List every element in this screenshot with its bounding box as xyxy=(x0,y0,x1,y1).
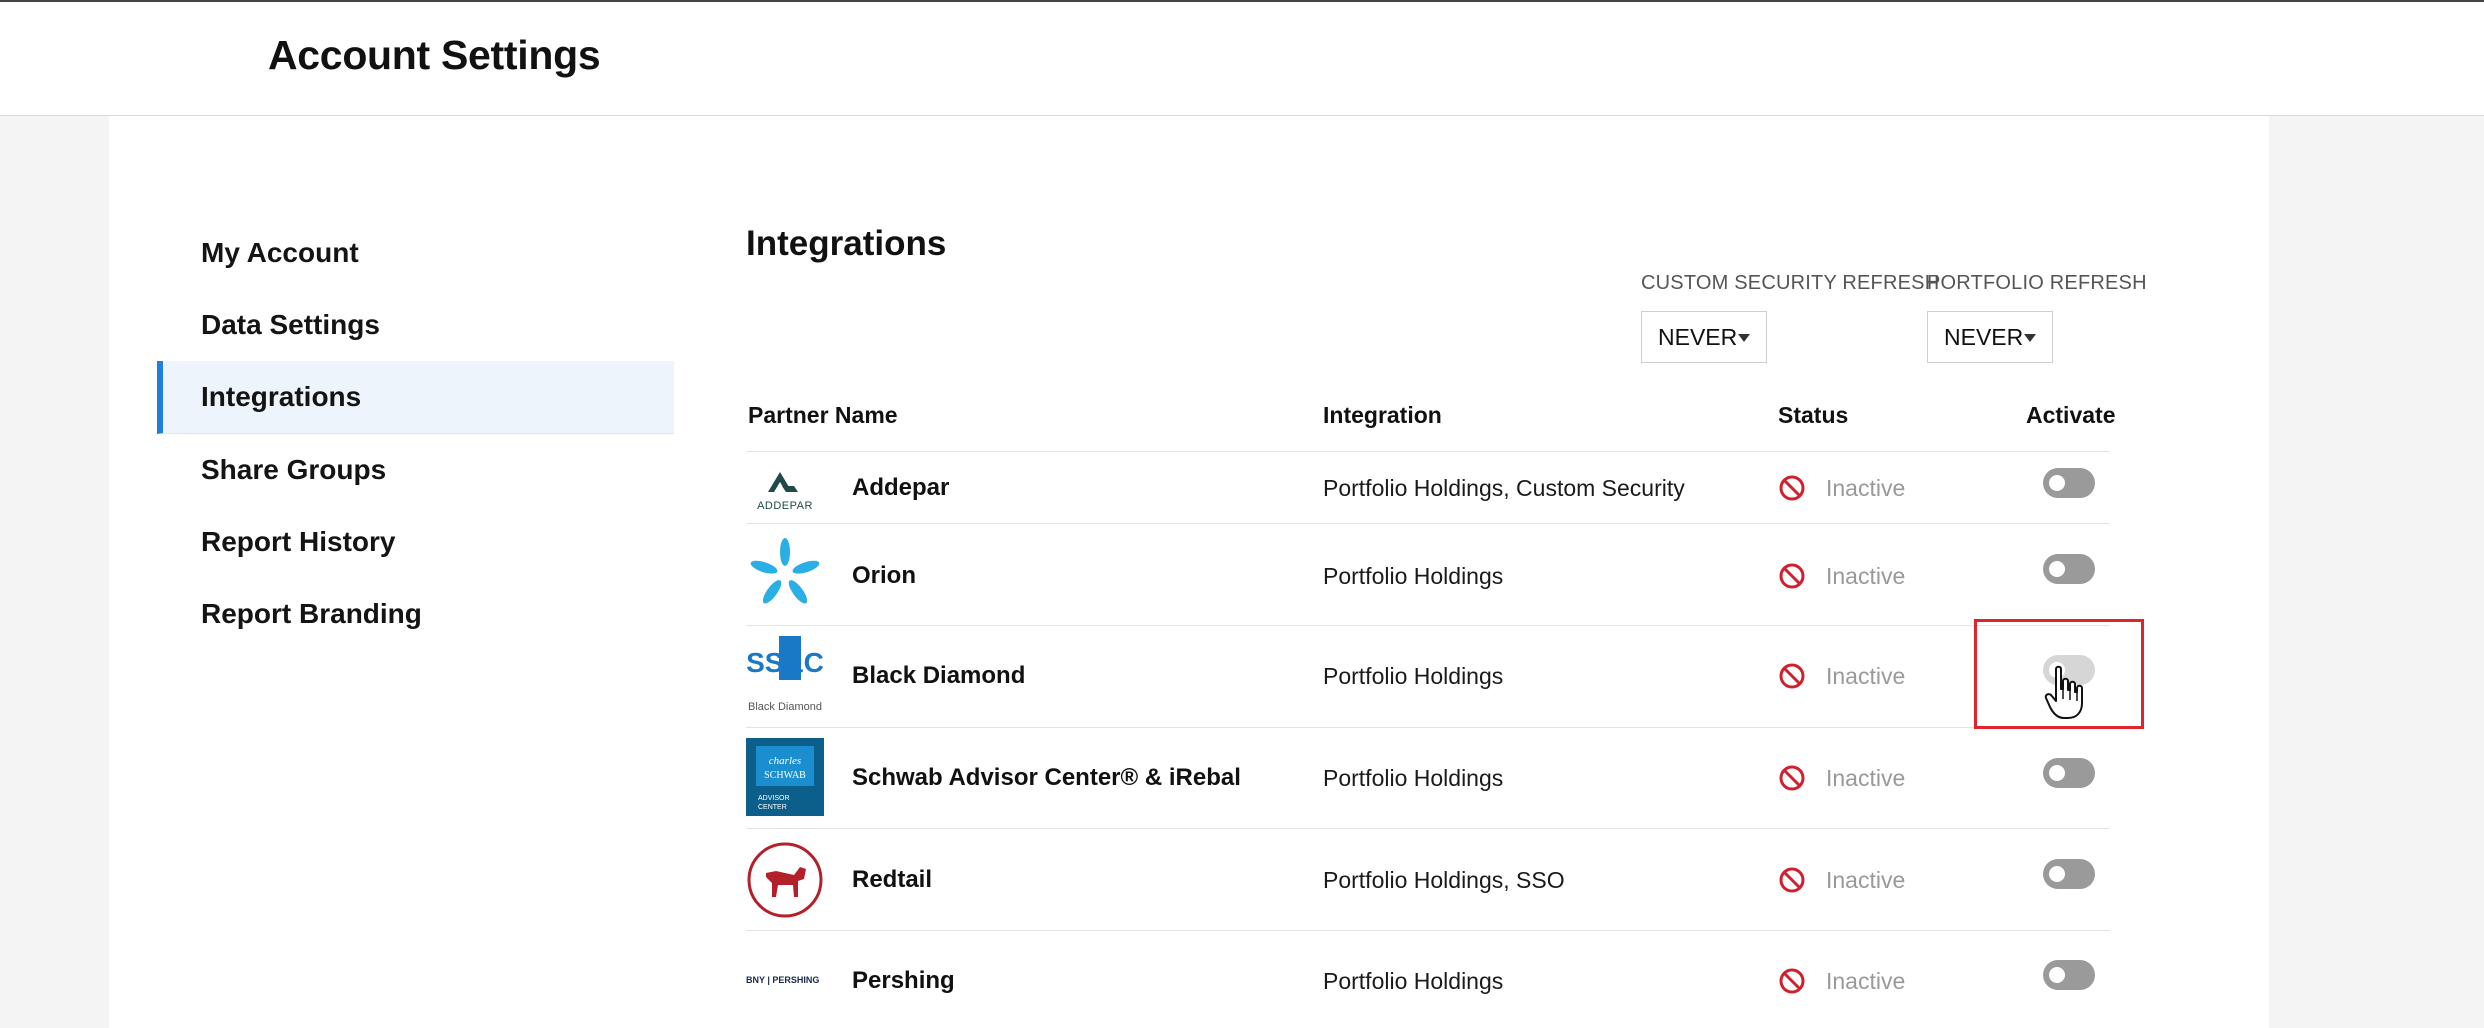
sidebar-item-label: Report Branding xyxy=(201,598,422,629)
status-label: Inactive xyxy=(1826,475,1906,501)
prohibited-icon xyxy=(1779,867,1805,893)
table-row: BNY | PERSHING Pershing Portfolio Holdin… xyxy=(746,931,2110,1028)
prohibited-icon xyxy=(1779,968,1805,994)
caret-down-icon xyxy=(1738,334,1750,342)
status-label: Inactive xyxy=(1826,968,1906,994)
black-diamond-logo: SS&C Black Diamond xyxy=(746,636,824,716)
activate-toggle[interactable] xyxy=(2043,468,2095,498)
addepar-logo: ADDEPAR xyxy=(746,464,824,514)
portfolio-refresh-value: NEVER xyxy=(1944,324,2024,350)
partner-name: Redtail xyxy=(852,866,933,893)
svg-text:ADDEPAR: ADDEPAR xyxy=(757,500,813,512)
svg-text:SS&C: SS&C xyxy=(746,647,824,678)
prohibited-icon xyxy=(1779,663,1805,689)
section-title: Integrations xyxy=(746,224,947,263)
activate-toggle[interactable] xyxy=(2043,960,2095,990)
sidebar-item-label: Integrations xyxy=(201,381,362,412)
sidebar-item-report-branding[interactable]: Report Branding xyxy=(157,578,674,650)
portfolio-refresh-select[interactable]: NEVER xyxy=(1927,311,2053,363)
sidebar-item-my-account[interactable]: My Account xyxy=(157,217,674,289)
integration-type: Portfolio Holdings, Custom Security xyxy=(1323,475,1685,501)
table-row: SS&C Black Diamond Black Diamond Portfol… xyxy=(746,626,2110,727)
partner-name: Addepar xyxy=(852,474,950,501)
prohibited-icon xyxy=(1779,475,1805,501)
sidebar-item-data-settings[interactable]: Data Settings xyxy=(157,289,674,361)
schwab-logo: charles SCHWAB ADVISOR CENTER xyxy=(746,738,824,816)
partner-name: Black Diamond xyxy=(852,662,1026,689)
partner-name: Pershing xyxy=(852,967,955,994)
column-header-partner-name: Partner Name xyxy=(748,402,898,428)
column-header-status: Status xyxy=(1778,402,1849,428)
table-row: ADDEPAR Addepar Portfolio Holdings, Cust… xyxy=(746,452,2110,523)
caret-down-icon xyxy=(2024,334,2036,342)
svg-text:ADVISOR: ADVISOR xyxy=(758,795,790,802)
sidebar-item-integrations[interactable]: Integrations xyxy=(157,361,674,434)
svg-text:BNY | PERSHING: BNY | PERSHING xyxy=(746,975,819,985)
integration-type: Portfolio Holdings xyxy=(1323,663,1504,689)
svg-text:CENTER: CENTER xyxy=(758,804,787,811)
toggle-knob xyxy=(2049,561,2065,577)
integration-type: Portfolio Holdings, SSO xyxy=(1323,867,1565,893)
pershing-logo: BNY | PERSHING xyxy=(746,969,824,989)
sidebar-item-share-groups[interactable]: Share Groups xyxy=(157,434,674,506)
prohibited-icon xyxy=(1779,765,1805,791)
integration-type: Portfolio Holdings xyxy=(1323,765,1504,791)
sidebar-item-label: Data Settings xyxy=(201,309,380,340)
column-header-integration: Integration xyxy=(1323,402,1442,428)
toggle-knob xyxy=(2049,967,2065,983)
partner-name: Schwab Advisor Center® & iRebal xyxy=(852,764,1241,791)
custom-security-refresh-select[interactable]: NEVER xyxy=(1641,311,1767,363)
sidebar-nav: My Account Data Settings Integrations Sh… xyxy=(157,217,674,650)
activate-toggle[interactable] xyxy=(2043,859,2095,889)
status-label: Inactive xyxy=(1826,663,1906,689)
custom-security-refresh-value: NEVER xyxy=(1658,324,1738,350)
redtail-logo xyxy=(746,841,824,919)
activate-toggle[interactable] xyxy=(2043,758,2095,788)
toggle-knob xyxy=(2049,866,2065,882)
svg-text:Black Diamond: Black Diamond xyxy=(748,701,822,713)
sidebar-item-label: Report History xyxy=(201,526,396,557)
sidebar-item-label: My Account xyxy=(201,237,359,268)
column-header-activate: Activate xyxy=(2026,402,2116,428)
status-label: Inactive xyxy=(1826,563,1906,589)
activate-toggle[interactable] xyxy=(2043,554,2095,584)
prohibited-icon xyxy=(1779,563,1805,589)
svg-text:SCHWAB: SCHWAB xyxy=(764,770,806,781)
page-header: Account Settings xyxy=(0,2,2484,116)
toggle-knob xyxy=(2049,475,2065,491)
sidebar-item-label: Share Groups xyxy=(201,454,387,485)
portfolio-refresh-label: PORTFOLIO REFRESH xyxy=(1927,272,2147,294)
hand-pointer-icon xyxy=(2044,665,2083,719)
toggle-knob xyxy=(2049,765,2065,781)
status-label: Inactive xyxy=(1826,867,1906,893)
integration-type: Portfolio Holdings xyxy=(1323,968,1504,994)
table-row: Redtail Portfolio Holdings, SSO Inactive xyxy=(746,829,2110,930)
page-title: Account Settings xyxy=(268,32,601,78)
orion-logo xyxy=(746,536,824,612)
sidebar-item-report-history[interactable]: Report History xyxy=(157,506,674,578)
custom-security-refresh-label: CUSTOM SECURITY REFRESH xyxy=(1641,272,1940,294)
partner-name: Orion xyxy=(852,562,916,589)
svg-text:charles: charles xyxy=(769,755,801,767)
table-row: Orion Portfolio Holdings Inactive xyxy=(746,524,2110,625)
integration-type: Portfolio Holdings xyxy=(1323,563,1504,589)
table-row: charles SCHWAB ADVISOR CENTER Schwab Adv… xyxy=(746,728,2110,828)
status-label: Inactive xyxy=(1826,765,1906,791)
